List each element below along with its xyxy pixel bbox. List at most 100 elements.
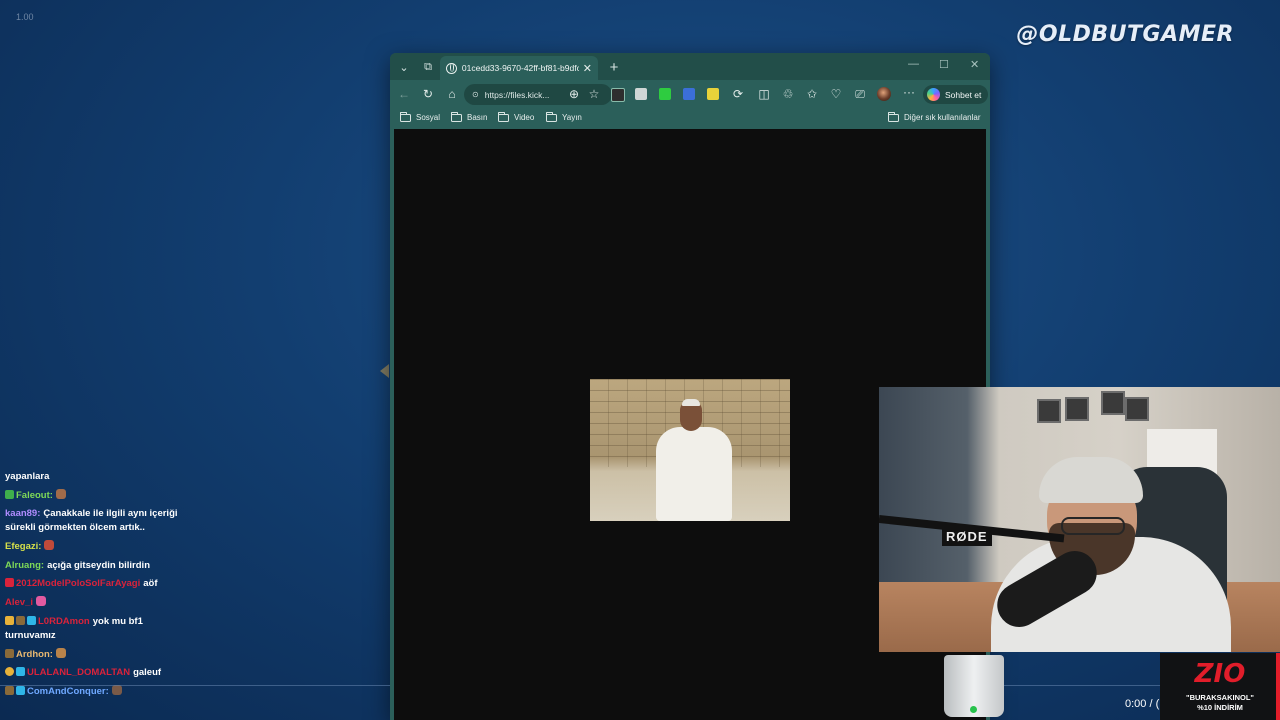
chat-username: L0RDAmon bbox=[38, 615, 90, 627]
content-image[interactable] bbox=[590, 379, 790, 521]
extension-icon[interactable] bbox=[635, 88, 647, 100]
wall-frame bbox=[1101, 391, 1125, 415]
split-screen-icon[interactable]: ◫ bbox=[756, 86, 772, 102]
promo-discount: %10 İNDİRİM bbox=[1197, 703, 1243, 712]
chat-text: aöf bbox=[143, 578, 158, 590]
chat-username: 2012ModelPoloSolFarAyagi bbox=[16, 578, 141, 590]
site-info-icon[interactable]: ⊙ bbox=[472, 90, 479, 99]
emote-icon bbox=[36, 596, 46, 607]
gift-badge-icon bbox=[16, 667, 25, 677]
coin-badge-icon bbox=[5, 667, 14, 677]
streamer-cap bbox=[1039, 457, 1143, 503]
emote-icon bbox=[111, 684, 122, 695]
chat-message: 2012ModelPoloSolFarAyagi aöf bbox=[5, 577, 195, 591]
extensions-puzzle-icon[interactable]: ⟳ bbox=[730, 86, 746, 102]
tab-active[interactable]: 01cedd33-9670-42ff-bf81-b9dfc2 ✕ bbox=[440, 56, 598, 80]
sub-badge-icon bbox=[5, 648, 14, 658]
folder-icon bbox=[546, 111, 557, 122]
favorite-label: Video bbox=[514, 113, 535, 122]
health-icon[interactable]: ♡ bbox=[828, 86, 844, 102]
streamer-glasses bbox=[1061, 517, 1125, 535]
chat-username: Alev_i bbox=[5, 597, 33, 609]
mic-brand-label: RØDE bbox=[942, 527, 992, 546]
emote-icon bbox=[55, 647, 66, 658]
folder-icon bbox=[400, 111, 411, 122]
more-options-icon[interactable]: ··· bbox=[903, 85, 915, 99]
minimize-icon[interactable]: — bbox=[908, 58, 919, 70]
crown-badge-icon bbox=[5, 615, 14, 625]
chat-username: ULALANL_DOMALTAN bbox=[27, 667, 131, 679]
status-dot-icon bbox=[970, 706, 977, 713]
chat-username: Alruang: bbox=[5, 559, 45, 571]
chat-text: açığa gitseydin bilirdin bbox=[47, 559, 150, 571]
chat-username: Ardhon: bbox=[16, 648, 53, 660]
favorite-label: Basın bbox=[467, 113, 488, 122]
favorite-label: Yayın bbox=[562, 113, 582, 122]
favorite-folder-yayin[interactable]: Yayın bbox=[546, 111, 582, 122]
back-icon[interactable]: ← bbox=[396, 86, 412, 102]
gift-badge-icon bbox=[16, 685, 25, 695]
close-window-icon[interactable]: ✕ bbox=[970, 58, 979, 71]
other-favorites-folder[interactable]: Diğer sık kullanılanlar bbox=[888, 111, 981, 122]
chat-text: yapanlara bbox=[5, 471, 50, 482]
favorite-folder-sosyal[interactable]: Sosyal bbox=[400, 111, 441, 122]
chat-message: ComAndConquer: bbox=[5, 684, 195, 699]
extension-icon[interactable] bbox=[611, 88, 625, 102]
chat-text: galeuf bbox=[133, 667, 162, 679]
sub-badge-icon bbox=[16, 615, 25, 625]
edge-arrow-icon bbox=[380, 364, 389, 378]
home-icon[interactable]: ⌂ bbox=[444, 86, 460, 102]
chat-overlay: yapanlara Faleout: kaan89: Çanakkale ile … bbox=[5, 470, 195, 704]
chat-message: kaan89: Çanakkale ile ilgili aynı içeriği… bbox=[5, 507, 195, 535]
chat-message: Alruang: açığa gitseydin bilirdin bbox=[5, 559, 195, 573]
browser-essentials-icon[interactable]: ♲ bbox=[780, 86, 796, 102]
navigation-toolbar: ← ↻ ⌂ ⊙ https://files.kick... ⊕ ☆ ⟳ ◫ ♲ … bbox=[390, 80, 990, 109]
webcam-feed: RØDE bbox=[879, 387, 1280, 652]
tab-bar: ⌄ ⧉ 01cedd33-9670-42ff-bf81-b9dfc2 ✕ + —… bbox=[390, 53, 990, 80]
copilot-icon bbox=[927, 88, 940, 101]
emote-icon bbox=[55, 488, 66, 499]
emote-icon bbox=[44, 540, 55, 551]
favorites-icon[interactable]: ✩ bbox=[804, 86, 820, 102]
new-tab-button[interactable]: + bbox=[605, 58, 623, 76]
wall-frame bbox=[1037, 399, 1061, 423]
profile-avatar[interactable] bbox=[877, 87, 891, 101]
tab-title: 01cedd33-9670-42ff-bf81-b9dfc2 bbox=[461, 63, 579, 73]
maximize-icon[interactable]: ☐ bbox=[939, 58, 949, 71]
chat-username: Efegazi: bbox=[5, 541, 42, 553]
tab-list-chevron-icon[interactable]: ⌄ bbox=[395, 58, 413, 76]
chat-message: Efegazi: bbox=[5, 540, 195, 554]
chat-message: L0RDAmon yok mu bf1 turnuvamız bbox=[5, 615, 195, 643]
person-figure bbox=[656, 427, 732, 521]
workspaces-icon[interactable]: ⧉ bbox=[419, 58, 437, 76]
player-time: 0:00 / ( bbox=[1125, 698, 1160, 710]
tab-close-icon[interactable]: ✕ bbox=[583, 62, 592, 75]
address-text: https://files.kick... bbox=[484, 89, 550, 100]
sub-badge-icon bbox=[5, 578, 14, 588]
copilot-button[interactable]: Sohbet et bbox=[923, 85, 989, 104]
other-favorites-label: Diğer sık kullanılanlar bbox=[904, 113, 981, 122]
sub-badge-icon bbox=[5, 489, 14, 499]
chat-message: yapanlara bbox=[5, 470, 195, 484]
wall-frame bbox=[1125, 397, 1149, 421]
favorite-star-icon[interactable]: ☆ bbox=[586, 86, 602, 102]
translate-icon[interactable] bbox=[683, 88, 695, 100]
extension-icon[interactable] bbox=[707, 88, 719, 100]
kippah bbox=[682, 399, 700, 406]
promo-brand: ZIO bbox=[1194, 659, 1246, 689]
divider-line bbox=[0, 685, 390, 686]
overlay-counter: 1.00 bbox=[16, 12, 34, 22]
zoom-icon[interactable]: ⊕ bbox=[566, 86, 582, 102]
chat-username: Faleout: bbox=[16, 489, 53, 501]
screenshot-icon[interactable]: ⎚ bbox=[852, 86, 868, 102]
favorite-folder-video[interactable]: Video bbox=[498, 111, 535, 122]
extension-icon[interactable] bbox=[659, 88, 671, 100]
favorite-label: Sosyal bbox=[416, 113, 441, 122]
wall-frame bbox=[1065, 397, 1089, 421]
refresh-icon[interactable]: ↻ bbox=[420, 86, 436, 102]
globe-icon bbox=[446, 62, 457, 74]
favorite-folder-basin[interactable]: Basın bbox=[451, 111, 488, 122]
favorites-bar: Sosyal Basın Video Yayın Diğer sık kulla… bbox=[390, 109, 990, 131]
chat-message: Alev_i bbox=[5, 596, 195, 610]
promo-code: "BURAKSAKINOL" bbox=[1186, 693, 1254, 702]
